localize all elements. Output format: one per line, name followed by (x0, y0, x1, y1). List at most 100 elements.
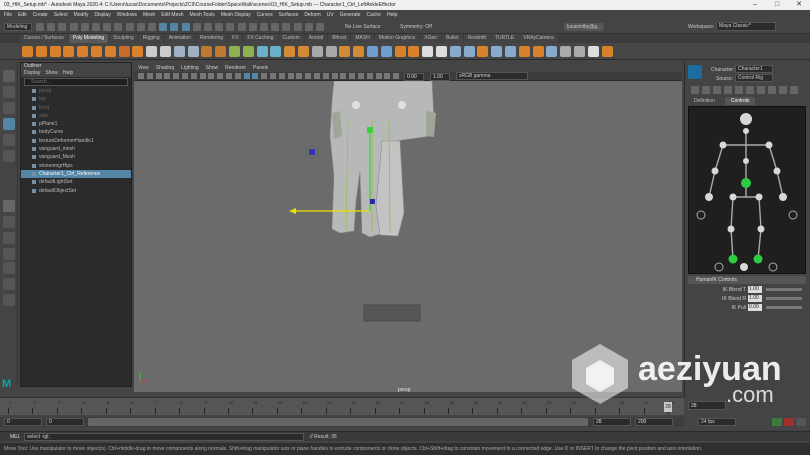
hik-toolbar-icon[interactable] (746, 86, 754, 94)
character-dropdown[interactable]: Character1 (735, 65, 773, 73)
shelf-tool-icon[interactable] (91, 46, 102, 57)
shelf-tool-icon[interactable] (284, 46, 296, 57)
range-bar[interactable] (88, 418, 588, 426)
viewport-toolbar-icon[interactable] (190, 73, 197, 79)
shelf-tool-icon[interactable] (574, 46, 585, 57)
shelf-tool-icon[interactable] (560, 46, 572, 57)
outliner-item[interactable]: Character1_Ctrl_Reference (21, 169, 131, 179)
shelf-tool-icon[interactable] (35, 46, 47, 57)
range-end-field[interactable] (635, 418, 673, 426)
shelf-tab-custom[interactable]: Custom (278, 34, 304, 43)
shelf-tool-icon[interactable] (49, 46, 61, 57)
hik-toolbar-icon[interactable] (702, 86, 710, 94)
viewport-toolbar-icon[interactable] (155, 73, 162, 79)
shelf-tool-icon[interactable] (22, 46, 33, 57)
status-line-icon[interactable] (159, 23, 168, 31)
shelf-tool-icon[interactable] (104, 46, 116, 57)
shelf-tool-icon[interactable] (463, 46, 475, 57)
viewport-toolbar-icon[interactable] (349, 73, 356, 79)
shelf-tool-icon[interactable] (311, 46, 323, 57)
shelf-tool-icon[interactable] (118, 46, 130, 57)
menu-create[interactable]: Create (33, 12, 48, 18)
viewport-menu-view[interactable]: View (138, 64, 149, 72)
viewport-toolbar-icon[interactable] (270, 73, 276, 79)
status-line-icon[interactable] (103, 23, 112, 31)
status-line-icon[interactable] (271, 23, 280, 31)
close-button[interactable]: ✕ (788, 0, 810, 10)
outliner-item[interactable]: front (21, 104, 131, 112)
status-line-icon[interactable] (248, 23, 257, 31)
hik-attribute-value[interactable]: 0.00 (748, 304, 762, 311)
shelf-tab-rigging[interactable]: Rigging (138, 34, 164, 43)
outliner-menu-help[interactable]: Help (63, 70, 73, 77)
layout-single-icon[interactable] (3, 200, 15, 212)
select-tool-icon[interactable] (3, 70, 15, 82)
menu-deform[interactable]: Deform (304, 12, 320, 18)
hik-toolbar-icon[interactable] (724, 86, 732, 94)
shelf-tool-icon[interactable] (77, 46, 89, 57)
hik-toolbar-icon[interactable] (779, 86, 787, 94)
shelf-tab-poly-modeling[interactable]: Poly Modeling (68, 34, 109, 43)
outliner-item[interactable]: textureDeformerHandle1 (21, 137, 131, 145)
status-line-icon[interactable] (316, 23, 324, 31)
live-surface-label[interactable]: No Live Surface (345, 24, 381, 30)
shelf-tool-icon[interactable] (270, 46, 282, 57)
viewport-toolbar-icon[interactable] (208, 73, 215, 79)
shelf-tab-turtle[interactable]: TURTLE (490, 34, 519, 43)
status-line-icon[interactable] (148, 23, 156, 31)
command-input[interactable]: select -tgl; (24, 433, 304, 441)
humanik-controls-section[interactable]: HumanIK Controls (688, 276, 806, 284)
viewport-toolbar-icon[interactable] (305, 73, 312, 79)
viewport-toolbar-icon[interactable] (243, 73, 250, 79)
shelf-tool-icon[interactable] (242, 46, 254, 57)
scale-tool-icon[interactable] (3, 150, 15, 162)
status-line-icon[interactable] (36, 23, 44, 31)
viewport-toolbar-icon[interactable] (138, 73, 144, 79)
shelf-tab-xgen[interactable]: XGen (420, 34, 442, 43)
status-line-icon[interactable] (192, 23, 201, 31)
shelf-tool-icon[interactable] (146, 46, 158, 57)
layout-extra-icon[interactable] (3, 278, 15, 290)
menu-mesh-display[interactable]: Mesh Display (221, 12, 251, 18)
shelf-tab-animation[interactable]: Animation (164, 34, 195, 43)
viewport-toolbar-icon[interactable] (146, 73, 153, 79)
outliner-search-input[interactable]: Search... (24, 78, 128, 86)
shelf-tool-icon[interactable] (256, 46, 268, 57)
status-line-icon[interactable] (58, 23, 67, 31)
shelf-tool-icon[interactable] (201, 46, 213, 57)
auto-key-button[interactable] (772, 418, 782, 426)
shelf-tool-icon[interactable] (532, 46, 544, 57)
shelf-tool-icon[interactable] (132, 46, 144, 57)
status-line-icon[interactable] (293, 23, 302, 31)
layout-four-icon[interactable] (3, 216, 15, 228)
status-line-icon[interactable] (181, 23, 190, 31)
status-line-icon[interactable] (170, 23, 179, 31)
outliner-item[interactable]: vanguard_Mesh (21, 153, 131, 161)
status-line-icon[interactable] (304, 23, 313, 31)
shelf-tool-icon[interactable] (380, 46, 392, 57)
viewport-toolbar-icon[interactable] (314, 73, 320, 79)
viewport-toolbar-icon[interactable] (366, 73, 373, 79)
status-line-icon[interactable] (204, 23, 212, 31)
viewport-toolbar-icon[interactable] (375, 73, 382, 79)
shelf-tab-rendering[interactable]: Rendering (195, 34, 228, 43)
workspace-dropdown[interactable]: Maya Classic* (716, 22, 776, 31)
menu-curves[interactable]: Curves (257, 12, 273, 18)
hik-attribute-value[interactable]: 1.00 (748, 295, 762, 302)
shelf-tool-icon[interactable] (339, 46, 351, 57)
gamma-field[interactable] (430, 73, 450, 81)
status-line-icon[interactable] (237, 23, 246, 31)
outliner-item[interactable]: side (21, 112, 131, 120)
shelf-tool-icon[interactable] (63, 46, 75, 57)
exposure-field[interactable] (404, 73, 424, 81)
paint-select-icon[interactable] (3, 102, 15, 114)
outliner-item[interactable]: stoneomgrHips (21, 162, 131, 170)
shelf-tab-fx-caching[interactable]: FX Caching (243, 34, 278, 43)
shelf-tool-icon[interactable] (325, 46, 337, 57)
viewport-toolbar-icon[interactable] (322, 73, 329, 79)
shelf-tool-icon[interactable] (601, 46, 613, 57)
shelf-tool-icon[interactable] (436, 46, 447, 57)
viewport-toolbar-icon[interactable] (199, 73, 206, 79)
hik-toolbar-icon[interactable] (691, 86, 699, 94)
viewport-menu-panels[interactable]: Panels (253, 64, 268, 72)
